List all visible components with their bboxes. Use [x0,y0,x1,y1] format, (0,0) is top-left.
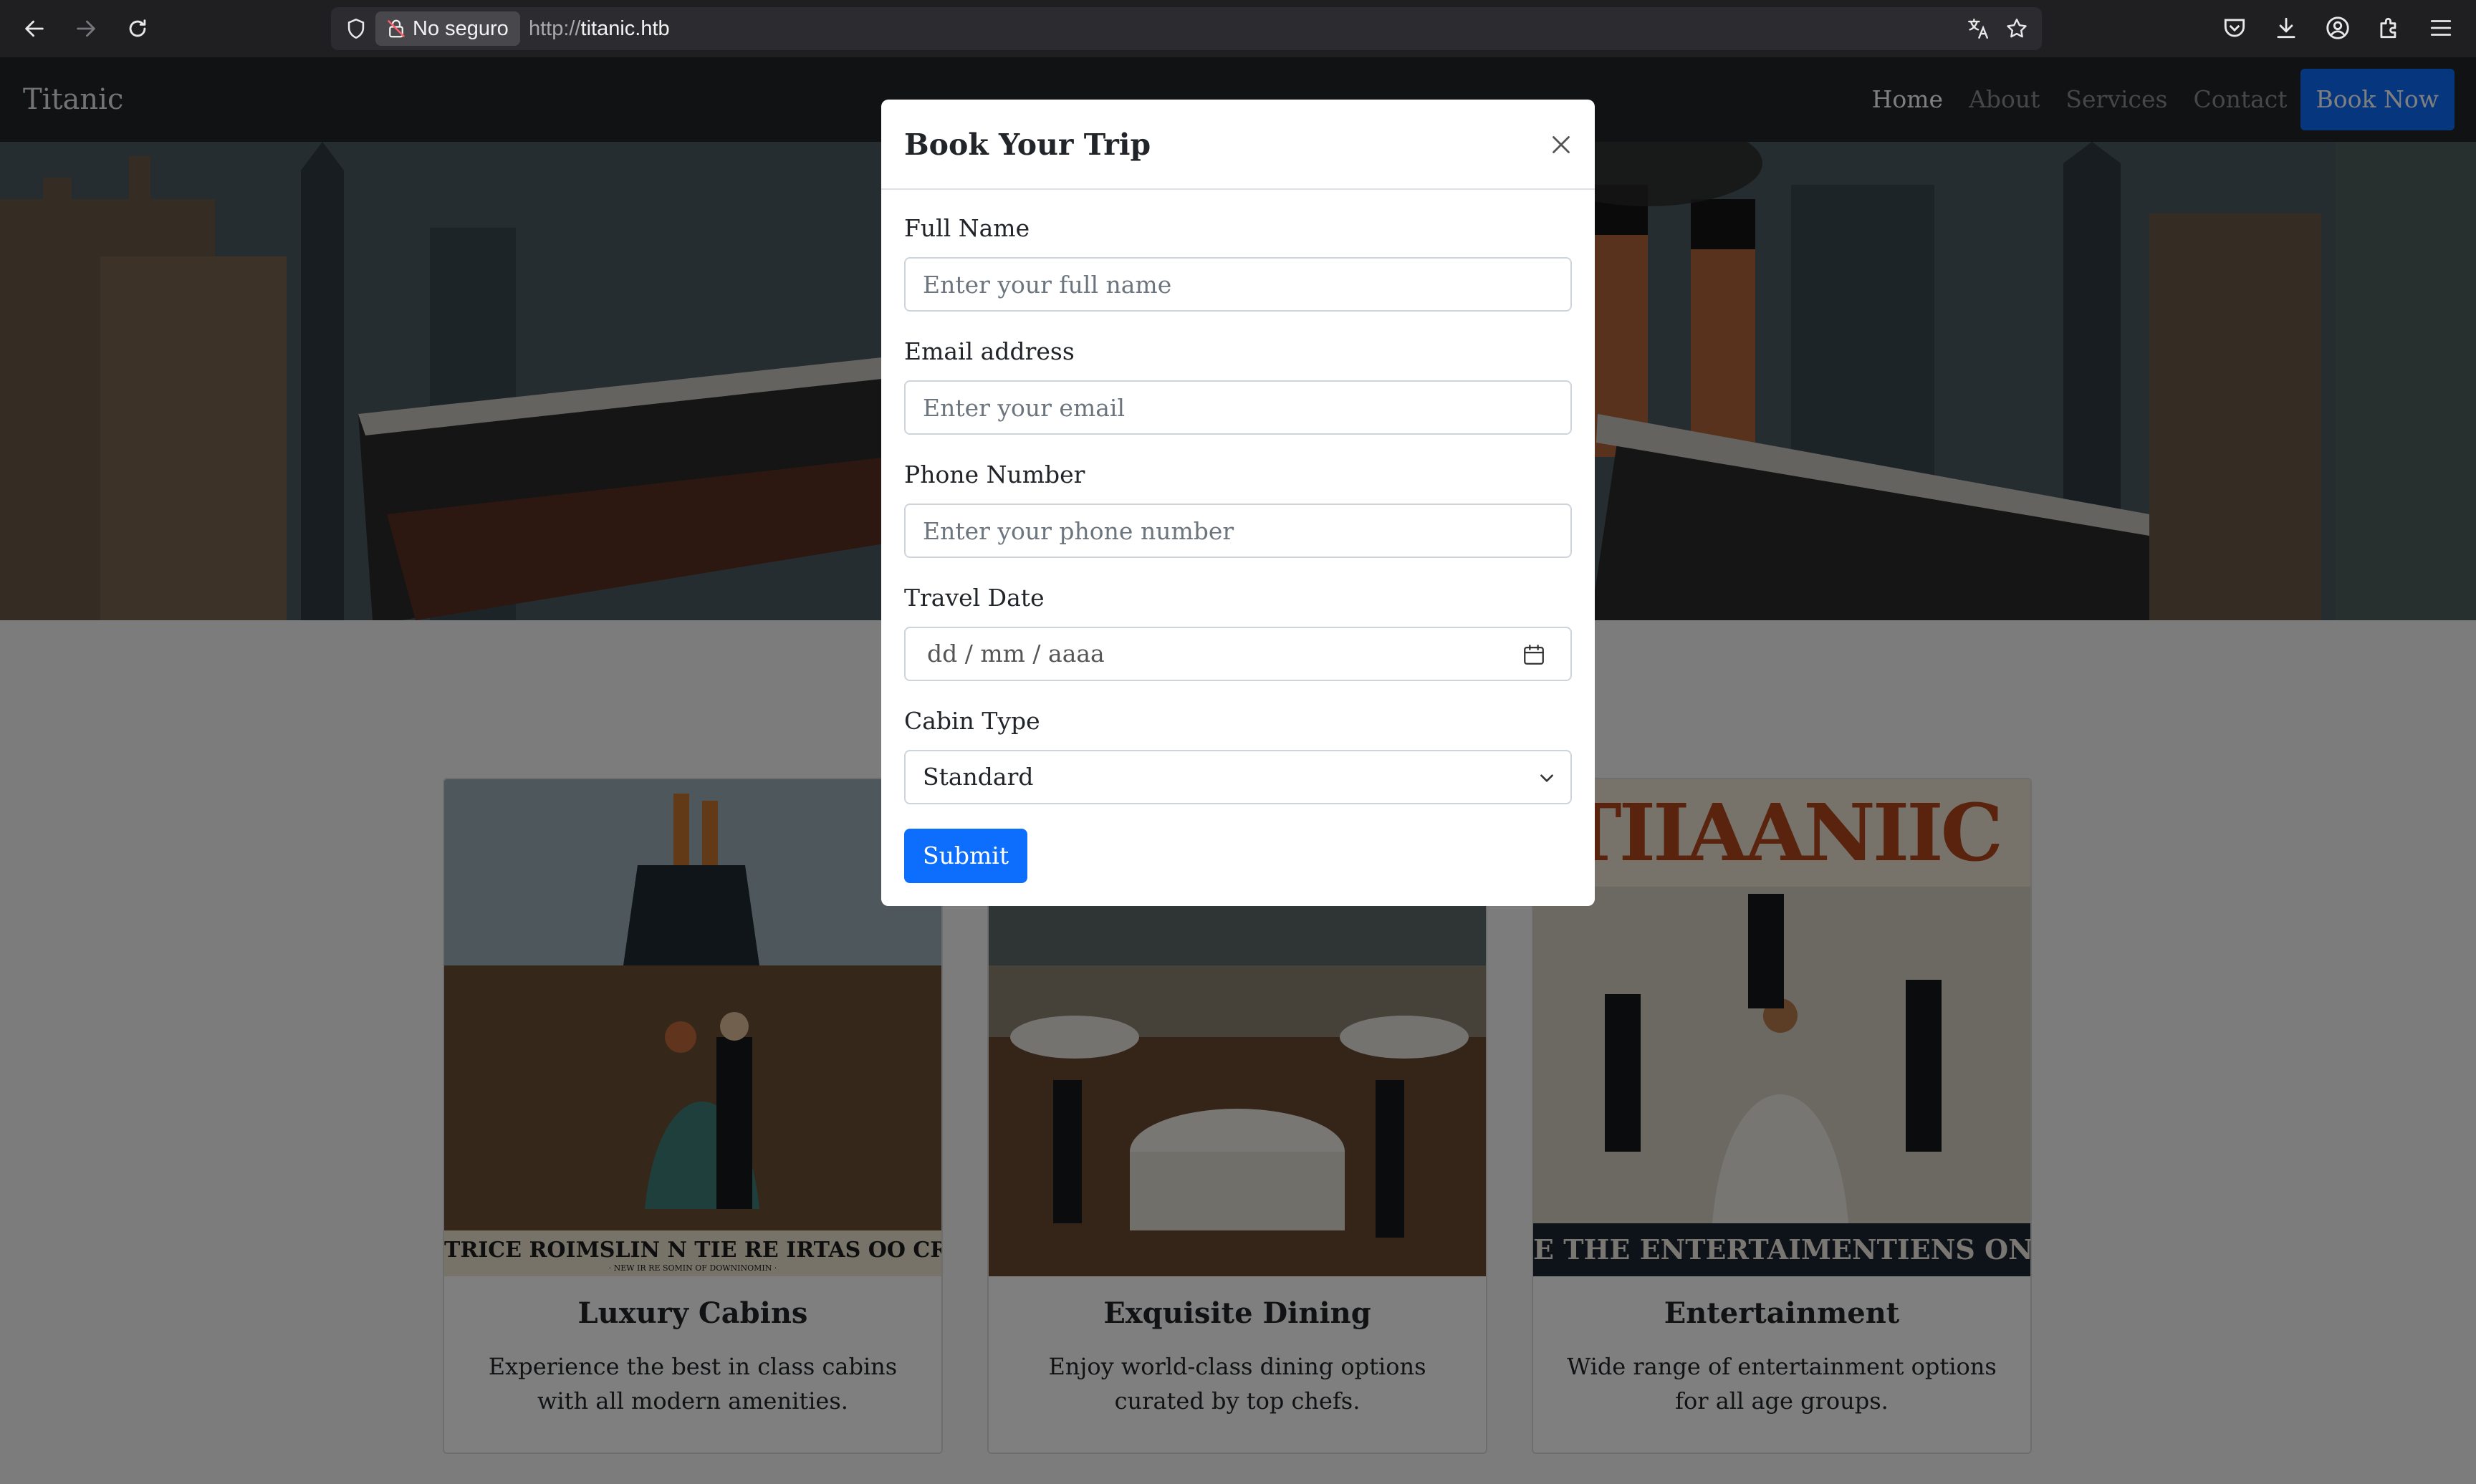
reload-button[interactable] [122,13,153,44]
email-label: Email address [904,337,1075,365]
forward-button[interactable] [70,13,102,44]
phone-label: Phone Number [904,461,1085,488]
security-badge[interactable]: No seguro [375,11,520,46]
cabin-type-value: Standard [923,763,1034,791]
travel-date-label: Travel Date [904,584,1045,612]
security-label: No seguro [413,17,509,40]
bookmark-star-icon[interactable] [2005,16,2029,41]
travel-date-placeholder: dd / mm / aaaa [927,640,1105,668]
cabin-type-label: Cabin Type [904,707,1040,735]
account-icon[interactable] [2324,14,2351,42]
calendar-icon[interactable] [1522,642,1546,667]
booking-modal: Book Your Trip Full Name Email address P… [881,100,1595,906]
travel-date-input[interactable]: dd / mm / aaaa [904,627,1572,681]
close-icon [1553,136,1570,153]
menu-icon[interactable] [2427,14,2455,42]
full-name-input[interactable] [904,257,1572,312]
full-name-label: Full Name [904,214,1030,242]
lock-insecure-icon [387,19,406,38]
chevron-down-icon [1540,774,1553,782]
cabin-type-select[interactable]: Standard [904,750,1572,804]
modal-header: Book Your Trip [881,100,1595,190]
download-icon[interactable] [2273,14,2300,42]
arrow-left-icon [25,20,44,37]
reload-icon [129,19,146,37]
browser-toolbar: No seguro http://titanic.htb [0,0,2476,57]
address-bar[interactable]: No seguro http://titanic.htb [331,7,2042,50]
modal-title: Book Your Trip [904,127,1151,162]
url-text[interactable]: http://titanic.htb [529,7,670,50]
email-input[interactable] [904,380,1572,435]
close-button[interactable] [1546,130,1576,160]
translate-icon[interactable] [1966,16,1990,41]
pocket-icon[interactable] [2221,14,2248,42]
phone-input[interactable] [904,504,1572,558]
arrow-right-icon [77,20,95,37]
submit-button[interactable]: Submit [904,829,1028,883]
back-button[interactable] [19,13,50,44]
shield-icon[interactable] [344,16,368,41]
extensions-icon[interactable] [2376,14,2403,42]
